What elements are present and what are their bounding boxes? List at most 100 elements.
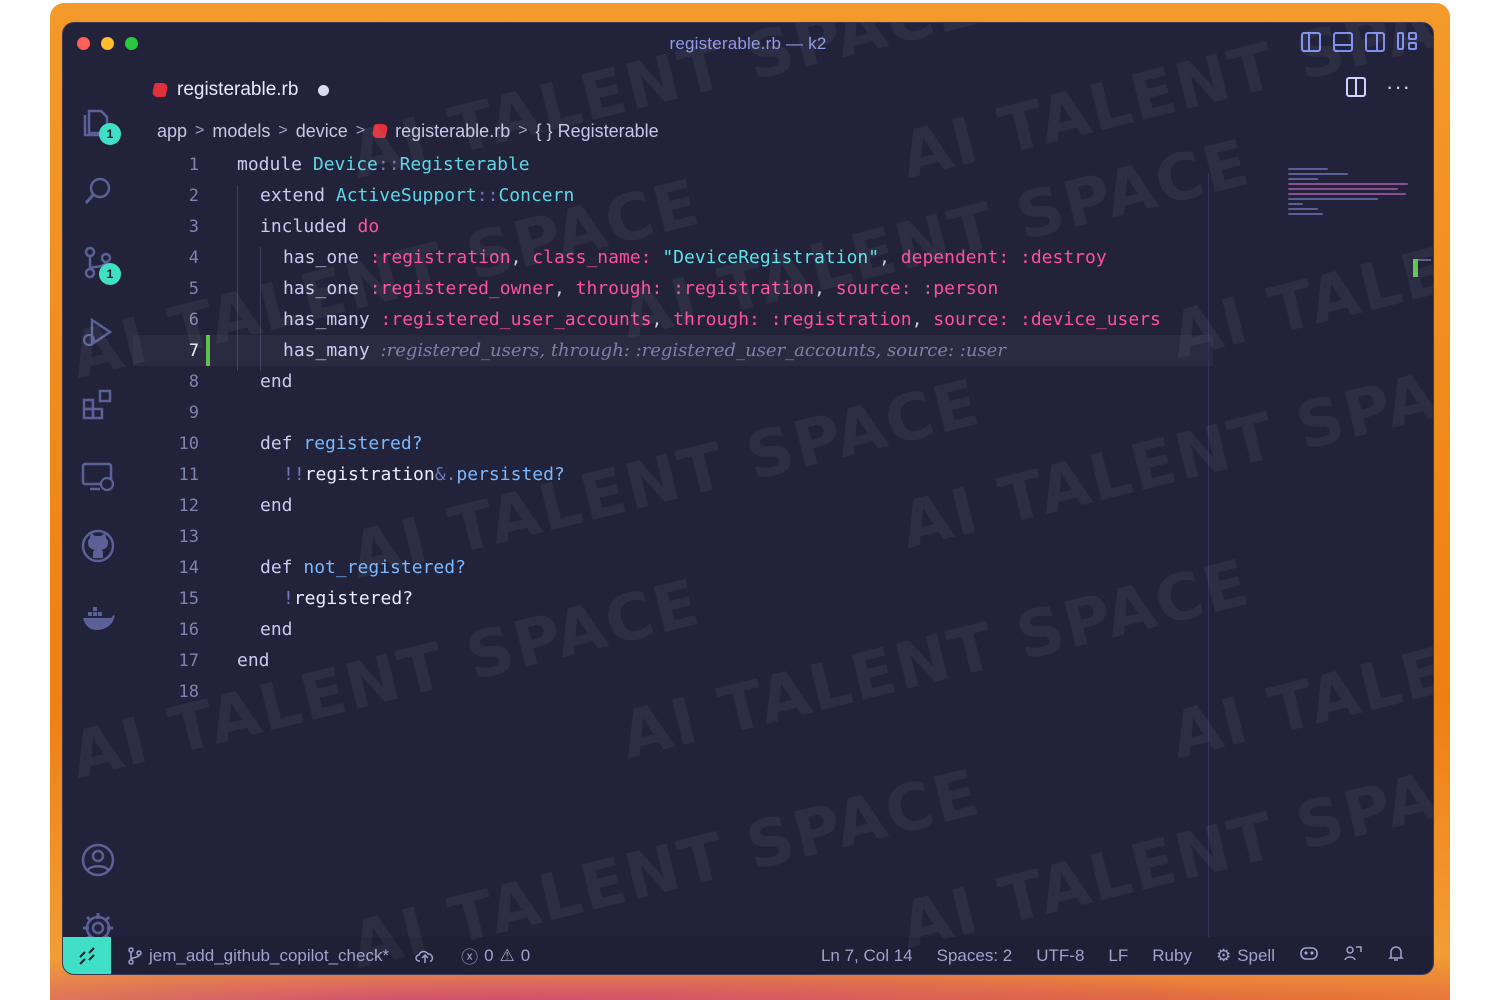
tab-label: registerable.rb: [177, 79, 299, 100]
eol-status[interactable]: LF: [1108, 946, 1128, 966]
line-number: 10: [178, 433, 199, 454]
encoding-status[interactable]: UTF-8: [1036, 946, 1084, 966]
docker-icon: [83, 607, 115, 630]
breadcrumb-item[interactable]: device: [296, 121, 348, 142]
chevron-right-icon: >: [355, 122, 366, 139]
line-number: 8: [188, 371, 199, 392]
code-text: def registered?: [260, 433, 423, 454]
language-mode[interactable]: Ruby: [1152, 946, 1192, 966]
code-line: 6 has_many :registered_user_accounts, th…: [133, 304, 1278, 335]
line-number: 12: [178, 495, 199, 516]
run-debug-icon: [82, 317, 113, 347]
ruby-file-icon: [371, 124, 389, 138]
toggle-primary-sidebar-icon[interactable]: [1301, 32, 1321, 52]
accounts-button[interactable]: [79, 841, 117, 879]
chevron-right-icon: >: [518, 122, 528, 139]
close-window-button[interactable]: [77, 37, 90, 50]
layout-controls: [1301, 32, 1417, 52]
unsaved-dot-icon[interactable]: [318, 84, 330, 96]
cursor-position[interactable]: Ln 7, Col 14: [821, 946, 913, 966]
breadcrumb-item[interactable]: models: [212, 121, 270, 142]
branch-status[interactable]: jem_add_github_copilot_check*: [127, 946, 389, 966]
code-text: has_many :registered_user_accounts, thro…: [283, 309, 1161, 330]
line-number: 16: [178, 619, 199, 640]
breadcrumb-item[interactable]: registerable.rb: [395, 121, 510, 142]
feedback-icon[interactable]: [1343, 944, 1363, 967]
status-bar: jem_add_github_copilot_check* ⓧ 0 ⚠ 0 Ln…: [63, 937, 1433, 974]
run-debug-button[interactable]: [79, 313, 117, 351]
line-number: 18: [178, 681, 199, 702]
code-text: module Device::Registerable: [237, 154, 530, 175]
extensions-button[interactable]: [79, 385, 117, 423]
line-number: 13: [178, 526, 199, 547]
source-control-button[interactable]: 1: [79, 243, 121, 285]
branch-name: jem_add_github_copilot_check*: [149, 945, 390, 965]
docker-button[interactable]: [79, 599, 117, 637]
chevron-right-icon: >: [195, 122, 205, 139]
toggle-secondary-sidebar-icon[interactable]: [1365, 32, 1385, 52]
code-line-current: 7 has_many :registered_users, through: :…: [133, 335, 1213, 366]
code-line: 17 end: [133, 645, 1278, 676]
breadcrumb: app > models > device > registerable.rb …: [157, 119, 659, 143]
problems-status[interactable]: ⓧ 0 ⚠ 0: [461, 943, 530, 968]
editor-ruler: [1208, 173, 1209, 938]
code-line: 9: [133, 397, 1278, 428]
sync-status[interactable]: [415, 948, 435, 964]
code-line: 15 !registered?: [133, 583, 1278, 614]
breadcrumb-item[interactable]: { } Registerable: [536, 121, 659, 142]
line-number: 17: [178, 650, 199, 671]
remote-explorer-button[interactable]: [79, 457, 117, 495]
search-button[interactable]: [79, 172, 117, 210]
maximize-window-button[interactable]: [125, 37, 138, 50]
line-number: 15: [178, 588, 199, 609]
indentation-status[interactable]: Spaces: 2: [937, 946, 1013, 966]
code-text: def not_registered?: [260, 557, 466, 578]
toggle-panel-icon[interactable]: [1333, 32, 1353, 52]
explorer-button[interactable]: 1: [79, 103, 121, 145]
split-editor-icon[interactable]: [1346, 77, 1367, 97]
editor-actions: ···: [1346, 76, 1411, 98]
line-number: 2: [188, 185, 199, 206]
search-icon: [84, 177, 111, 204]
customize-layout-icon[interactable]: [1397, 32, 1417, 52]
code-text: end: [260, 495, 293, 516]
cloud-upload-icon: [415, 950, 434, 963]
tab-bar: registerable.rb ···: [133, 65, 1433, 115]
breadcrumb-item[interactable]: app: [157, 121, 187, 142]
line-number: 9: [188, 402, 199, 423]
remote-icon: [79, 946, 95, 965]
code-text: included do: [260, 216, 380, 237]
spell-gear-icon: ⚙: [1215, 945, 1232, 965]
extensions-icon: [82, 389, 112, 420]
more-actions-icon[interactable]: ···: [1386, 76, 1411, 98]
code-line: 12 end: [133, 490, 1278, 521]
github-button[interactable]: [79, 527, 117, 565]
code-line: 2 extend ActiveSupport::Concern: [133, 180, 1278, 211]
modified-line-indicator: [206, 335, 210, 366]
code-text: end: [260, 371, 293, 392]
remote-indicator-button[interactable]: [63, 937, 111, 974]
code-text: has_one :registered_owner, through: :reg…: [283, 278, 999, 299]
editor-tab[interactable]: registerable.rb: [151, 75, 330, 105]
line-number: 4: [188, 247, 199, 268]
code-line: 18: [133, 676, 1278, 707]
spell-status[interactable]: ⚙ Spell: [1216, 946, 1275, 966]
editor-window: registerable.rb — k2 1 1 registerable.rb…: [63, 23, 1433, 974]
code-line: 4 has_one :registration, class_name: "De…: [133, 242, 1278, 273]
minimap[interactable]: [1288, 168, 1428, 228]
notifications-bell-icon[interactable]: [1387, 944, 1405, 967]
minimize-window-button[interactable]: [101, 37, 114, 50]
code-editor[interactable]: 1 module Device::Registerable 2 extend A…: [133, 149, 1278, 937]
scm-badge: 1: [99, 263, 121, 285]
copilot-icon[interactable]: [1299, 944, 1319, 967]
code-text: end: [237, 650, 270, 671]
code-line: 10 def registered?: [133, 428, 1278, 459]
line-number: 6: [188, 309, 199, 330]
code-line: 8 end: [133, 366, 1278, 397]
line-number: 3: [188, 216, 199, 237]
error-count: 0: [484, 945, 494, 965]
code-text: !registered?: [283, 588, 414, 609]
code-text: end: [260, 619, 293, 640]
account-icon: [81, 843, 115, 877]
activity-bar: 1 1: [63, 65, 133, 943]
